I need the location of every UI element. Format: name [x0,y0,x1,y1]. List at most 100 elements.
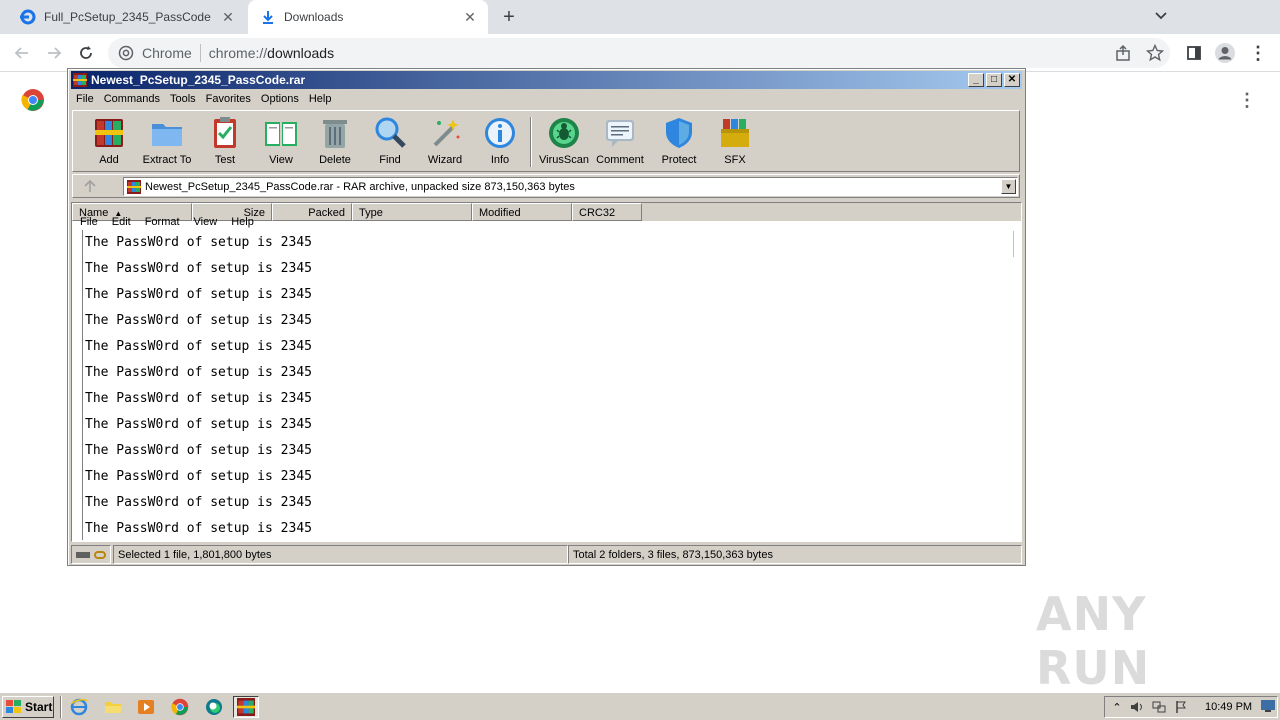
comment-button[interactable]: Comment [592,115,648,171]
winrar-title-bar[interactable]: Newest_PcSetup_2345_PassCode.rar _ □ ✕ [71,71,1022,89]
bookmark-star-icon[interactable] [1145,43,1165,62]
winrar-taskbar-icon[interactable] [233,696,259,718]
column-packed[interactable]: Packed [272,203,352,221]
menu-help[interactable]: Help [304,93,337,105]
password-text-area[interactable]: The PassW0rd of setup is 2345 The PassW0… [82,230,1012,540]
text-line: The PassW0rd of setup is 2345 [85,443,312,458]
shield-icon [666,118,692,148]
back-arrow-icon[interactable] [10,41,34,65]
menu-favorites[interactable]: Favorites [201,93,256,105]
overlay-menu-format[interactable]: Format [145,216,180,228]
wizard-button[interactable]: Wizard [417,115,473,171]
close-button[interactable]: ✕ [1004,73,1020,87]
status-drive-icons [71,545,111,564]
text-line: The PassW0rd of setup is 2345 [85,495,312,510]
delete-button[interactable]: Delete [307,115,363,171]
windows-logo-icon [6,700,21,713]
key-icon [94,550,106,559]
forward-arrow-icon[interactable] [42,41,66,65]
clock[interactable]: 10:49 PM [1205,701,1252,713]
minimize-button[interactable]: _ [968,73,984,87]
find-button[interactable]: Find [362,115,418,171]
tab-downloads[interactable]: Downloads ✕ [248,0,488,34]
extract-to-button[interactable]: Extract To [139,115,195,171]
address-bar[interactable]: Chrome chrome://downloads [108,38,1170,68]
ie-icon[interactable] [69,697,89,717]
column-modified[interactable]: Modified [472,203,572,221]
info-button[interactable]: Info [472,115,528,171]
dropdown-arrow-icon[interactable]: ▼ [1001,179,1016,194]
chrome-site-icon [118,45,134,61]
text-line: The PassW0rd of setup is 2345 [85,391,312,406]
menu-options[interactable]: Options [256,93,304,105]
archive-path-combo[interactable]: Newest_PcSetup_2345_PassCode.rar - RAR a… [123,177,1018,196]
edge-favicon-icon [20,9,36,25]
overlay-menu-view[interactable]: View [194,216,218,228]
test-button[interactable]: Test [197,115,253,171]
view-button[interactable]: View [253,115,309,171]
edge-taskbar-icon[interactable] [204,697,224,717]
text-line: The PassW0rd of setup is 2345 [85,365,312,380]
close-tab-icon[interactable]: ✕ [462,9,478,25]
show-desktop-icon[interactable] [1260,700,1276,716]
overlay-menu-help[interactable]: Help [231,216,254,228]
close-tab-icon[interactable]: ✕ [220,9,236,25]
text-line: The PassW0rd of setup is 2345 [85,313,312,328]
toolbar-separator [530,117,532,167]
view-book-icon [265,122,297,146]
menu-tools[interactable]: Tools [165,93,201,105]
explorer-folder-icon[interactable] [103,697,123,717]
overlay-menu-file[interactable]: File [80,216,98,228]
winrar-toolbar: Add Extract To Test View Delete Find Wiz… [72,110,1020,172]
network-icon[interactable] [1151,700,1167,716]
windows-taskbar: Start ⌃ 10:49 PM [0,692,1280,720]
winrar-title: Newest_PcSetup_2345_PassCode.rar [91,73,306,87]
status-total: Total 2 folders, 3 files, 873,150,363 by… [568,545,1022,564]
system-tray: ⌃ 10:49 PM [1104,696,1278,718]
side-panel-icon[interactable] [1182,41,1206,65]
drive-icon [76,551,90,558]
browser-menu-icon[interactable]: ⋮ [1246,41,1270,65]
downloads-menu-icon[interactable]: ⋮ [1238,90,1256,110]
tab-title: Downloads [284,10,344,24]
menu-file[interactable]: File [71,93,99,105]
media-player-icon[interactable] [136,697,156,717]
chrome-taskbar-icon[interactable] [170,697,190,717]
up-arrow-icon[interactable] [83,179,99,195]
comment-icon [606,120,634,147]
overlay-menu-edit[interactable]: Edit [112,216,131,228]
sfx-button[interactable]: SFX [707,115,763,171]
anyrun-watermark: ANY RUN [1036,587,1151,695]
status-bar: Selected 1 file, 1,801,800 bytes Total 2… [71,545,1022,564]
start-button[interactable]: Start [2,696,54,718]
text-line: The PassW0rd of setup is 2345 [85,521,312,536]
menu-commands[interactable]: Commands [99,93,165,105]
text-line: The PassW0rd of setup is 2345 [85,417,312,432]
maximize-button[interactable]: □ [986,73,1002,87]
tab-strip: Full_PcSetup_2345_PassCode ✕ Downloads ✕… [0,0,1280,34]
file-list[interactable]: Name ▲ Size Packed Type Modified CRC32 Fi… [71,202,1022,542]
site-name: Chrome [142,45,192,61]
volume-icon[interactable] [1129,700,1145,716]
new-tab-button[interactable]: + [498,6,520,28]
omnibox-divider [199,44,201,62]
column-crc32[interactable]: CRC32 [572,203,642,221]
virus-scan-icon [549,118,579,148]
text-line: The PassW0rd of setup is 2345 [85,235,312,250]
column-type[interactable]: Type [352,203,472,221]
winrar-menubar: File Commands Tools Favorites Options He… [71,90,1022,108]
info-icon [485,118,515,148]
show-hidden-icons-icon[interactable]: ⌃ [1109,700,1125,716]
scrollbar-fragment[interactable] [1013,231,1021,257]
virusscan-button[interactable]: VirusScan [536,115,592,171]
status-selection: Selected 1 file, 1,801,800 bytes [113,545,568,564]
protect-button[interactable]: Protect [651,115,707,171]
share-icon[interactable] [1114,44,1132,62]
flag-icon[interactable] [1173,700,1189,716]
tab-full-pcsetup[interactable]: Full_PcSetup_2345_PassCode ✕ [8,0,246,34]
extract-folder-icon [152,124,182,146]
add-button[interactable]: Add [81,115,137,171]
profile-avatar-icon[interactable] [1213,41,1237,65]
reload-icon[interactable] [74,41,98,65]
tab-search-chevron-icon[interactable] [1154,8,1168,25]
